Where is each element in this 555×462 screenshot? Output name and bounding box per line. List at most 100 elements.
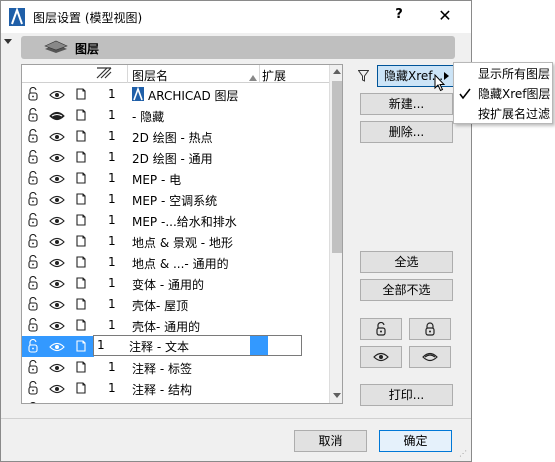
wireframe-icon[interactable] — [74, 129, 88, 146]
vertical-scrollbar[interactable] — [329, 65, 342, 403]
table-row[interactable]: 1 壳体- 屋顶 — [22, 294, 329, 315]
lock-status-icon[interactable] — [26, 170, 40, 188]
visibility-icon[interactable] — [49, 194, 65, 208]
wireframe-icon[interactable] — [74, 360, 88, 377]
menu-item-label: 隐藏Xref图层 — [478, 87, 551, 101]
table-row[interactable]: 1 2D 绘图 - 通用 — [22, 147, 329, 168]
scroll-thumb[interactable] — [332, 81, 342, 253]
help-button[interactable]: ? — [387, 7, 411, 27]
layer-name-edit-field[interactable]: 1 注释 - 文本 — [93, 335, 302, 356]
pen-set-icon[interactable] — [96, 67, 112, 82]
table-row[interactable]: 1 2D 绘图 - 热点 — [22, 126, 329, 147]
delete-layer-button[interactable]: 删除... — [360, 121, 453, 143]
column-header-name[interactable]: 图层名 — [132, 67, 168, 84]
visibility-icon[interactable] — [49, 173, 65, 187]
wireframe-icon[interactable] — [74, 150, 88, 167]
eye-closed-icon — [422, 352, 438, 362]
visibility-icon[interactable] — [49, 131, 65, 145]
menu-item-label: 按扩展名过滤 — [478, 107, 551, 121]
select-all-button[interactable]: 全选 — [360, 251, 453, 273]
visibility-icon[interactable] — [49, 257, 65, 271]
lock-status-icon[interactable] — [26, 401, 40, 403]
unlock-button[interactable] — [360, 318, 402, 340]
wireframe-icon[interactable] — [74, 192, 88, 209]
wireframe-icon[interactable] — [74, 213, 88, 230]
lock-status-icon[interactable] — [26, 107, 40, 125]
show-button[interactable] — [360, 346, 402, 368]
unlock-icon — [376, 321, 386, 336]
menu-item-filter-by-extension[interactable]: 按扩展名过滤 — [454, 104, 552, 124]
lock-status-icon[interactable] — [26, 191, 40, 209]
layer-settings-dialog: 图层设置 (模型视图) ? ✕ 图层 图层名 扩展 1 ARCHICAD 图层 1 -… — [0, 0, 472, 462]
lock-status-icon[interactable] — [26, 128, 40, 146]
lock-status-icon[interactable] — [26, 338, 40, 356]
visibility-icon[interactable] — [49, 152, 65, 166]
collapse-arrow-icon[interactable] — [4, 39, 12, 44]
visibility-icon[interactable] — [49, 89, 65, 103]
table-row[interactable]: 1 注释 - 通用 — [22, 399, 329, 403]
lock-status-icon[interactable] — [26, 233, 40, 251]
intersection-group-number: 1 — [108, 150, 116, 164]
new-layer-button[interactable]: 新建... — [360, 93, 453, 115]
table-row[interactable]: 1 壳体- 通用的 — [22, 315, 329, 336]
table-row[interactable]: 1 注释 - 结构 — [22, 378, 329, 399]
table-row[interactable]: 1 MEP - 电 — [22, 168, 329, 189]
lock-status-icon[interactable] — [26, 359, 40, 377]
menu-item-hide-xref-layers[interactable]: 隐藏Xref图层 — [454, 84, 552, 104]
wireframe-icon[interactable] — [74, 171, 88, 188]
menu-item-show-all-layers[interactable]: 显示所有图层 — [454, 64, 552, 84]
table-row[interactable]: 1 注释 - 文本 — [22, 335, 329, 357]
visibility-icon[interactable] — [49, 278, 65, 292]
column-header-extension[interactable]: 扩展 — [262, 67, 286, 84]
visibility-icon[interactable] — [49, 341, 65, 355]
wireframe-icon[interactable] — [74, 339, 88, 356]
close-button[interactable]: ✕ — [433, 6, 457, 28]
table-row[interactable]: 1 ARCHICAD 图层 — [22, 84, 329, 105]
cancel-button[interactable]: 取消 — [294, 430, 367, 452]
wireframe-icon[interactable] — [74, 87, 88, 104]
resize-grip-icon[interactable]: ⋰ — [459, 449, 467, 458]
wireframe-icon[interactable] — [74, 318, 88, 335]
eye-open-icon — [373, 352, 389, 362]
visibility-icon[interactable] — [49, 110, 65, 124]
scroll-down-icon[interactable] — [333, 393, 341, 398]
wireframe-icon[interactable] — [74, 255, 88, 272]
lock-status-icon[interactable] — [26, 212, 40, 230]
ok-button[interactable]: 确定 — [379, 430, 452, 452]
lock-status-icon[interactable] — [26, 296, 40, 314]
lock-status-icon[interactable] — [26, 275, 40, 293]
wireframe-icon[interactable] — [74, 381, 88, 398]
wireframe-icon[interactable] — [74, 108, 88, 125]
visibility-icon[interactable] — [49, 236, 65, 250]
table-row[interactable]: 1 注释 - 标签 — [22, 357, 329, 378]
visibility-icon[interactable] — [49, 362, 65, 376]
lock-status-icon[interactable] — [26, 86, 40, 104]
hide-button[interactable] — [409, 346, 451, 368]
print-button[interactable]: 打印... — [360, 384, 453, 406]
layer-name: 2D 绘图 - 热点 — [132, 131, 213, 145]
mouse-cursor-icon — [434, 73, 446, 95]
table-row[interactable]: 1 地点 & 景观 - 地形 — [22, 231, 329, 252]
table-row[interactable]: 1 地点 & ...- 通用的 — [22, 252, 329, 273]
wireframe-icon[interactable] — [74, 276, 88, 293]
lock-button[interactable] — [409, 318, 451, 340]
visibility-icon[interactable] — [49, 299, 65, 313]
visibility-icon[interactable] — [49, 383, 65, 397]
table-row[interactable]: 1 MEP -...给水和排水 — [22, 210, 329, 231]
layer-name: MEP -...给水和排水 — [132, 215, 237, 229]
scroll-up-icon[interactable] — [333, 69, 341, 74]
deselect-all-button[interactable]: 全部不选 — [360, 279, 453, 301]
wireframe-icon[interactable] — [74, 234, 88, 251]
lock-status-icon[interactable] — [26, 317, 40, 335]
lock-status-icon[interactable] — [26, 254, 40, 272]
lock-status-icon[interactable] — [26, 149, 40, 167]
table-row[interactable]: 1 MEP - 空调系统 — [22, 189, 329, 210]
table-row[interactable]: 1 - 隐藏 — [22, 105, 329, 126]
wireframe-icon[interactable] — [74, 297, 88, 314]
table-row[interactable]: 1 变体 - 通用的 — [22, 273, 329, 294]
visibility-icon[interactable] — [49, 320, 65, 334]
visibility-icon[interactable] — [49, 215, 65, 229]
lock-status-icon[interactable] — [26, 380, 40, 398]
wireframe-icon[interactable] — [74, 402, 88, 403]
panel-header[interactable]: 图层 — [21, 36, 455, 59]
